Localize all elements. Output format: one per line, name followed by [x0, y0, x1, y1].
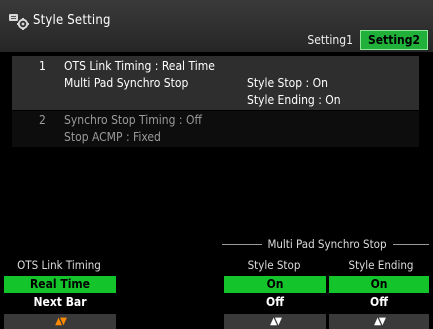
style-ending-option-off[interactable]: Off [329, 294, 429, 311]
style-stop-value: Style Stop : On [247, 76, 328, 90]
style-ending-header: Style Ending [348, 258, 414, 272]
list-item-2[interactable]: 2 Synchro Stop Timing : Off Stop ACMP : … [12, 111, 419, 147]
group-divider-left [222, 244, 262, 245]
multi-pad-group-label: Multi Pad Synchro Stop [267, 237, 387, 251]
list-item-2-number: 2 [39, 113, 46, 127]
style-stop-header: Style Stop [247, 258, 301, 272]
page-title: Style Setting [33, 13, 111, 28]
style-stop-option-on[interactable]: On [224, 276, 326, 293]
style-setting-icon [9, 14, 29, 30]
title-bar: Style Setting Setting1 Setting2 [0, 0, 433, 52]
tab-bar: Setting1 Setting2 [300, 30, 428, 50]
ots-option-real-time[interactable]: Real Time [4, 276, 116, 293]
ots-link-timing-selector[interactable]: ▲▼ [4, 314, 116, 329]
arrow-down-icon: ▼ [60, 316, 67, 327]
tab-setting1[interactable]: Setting1 [300, 30, 360, 50]
style-stop-selector[interactable]: ▲▼ [224, 314, 326, 329]
style-ending-option-on[interactable]: On [329, 276, 429, 293]
tab-setting2[interactable]: Setting2 [359, 30, 428, 50]
list-item-1[interactable]: 1 OTS Link Timing : Real Time Multi Pad … [12, 56, 419, 110]
ots-link-timing-header: OTS Link Timing [17, 258, 101, 272]
style-ending-value: Style Ending : On [247, 93, 341, 107]
style-stop-option-off[interactable]: Off [224, 294, 326, 311]
style-ending-selector[interactable]: ▲▼ [329, 314, 429, 329]
group-divider-right [393, 244, 429, 245]
list-item-1-number: 1 [39, 59, 46, 73]
stop-acmp-value: Stop ACMP : Fixed [64, 130, 161, 144]
multi-pad-synchro-stop-label: Multi Pad Synchro Stop [64, 76, 189, 90]
arrow-down-icon: ▼ [275, 316, 282, 327]
ots-link-timing-value: OTS Link Timing : Real Time [64, 59, 215, 73]
synchro-stop-timing-value: Synchro Stop Timing : Off [64, 113, 202, 127]
arrow-down-icon: ▼ [379, 316, 386, 327]
ots-option-next-bar[interactable]: Next Bar [4, 294, 116, 311]
style-setting-screen: Style Setting Setting1 Setting2 1 OTS Li… [0, 0, 433, 329]
